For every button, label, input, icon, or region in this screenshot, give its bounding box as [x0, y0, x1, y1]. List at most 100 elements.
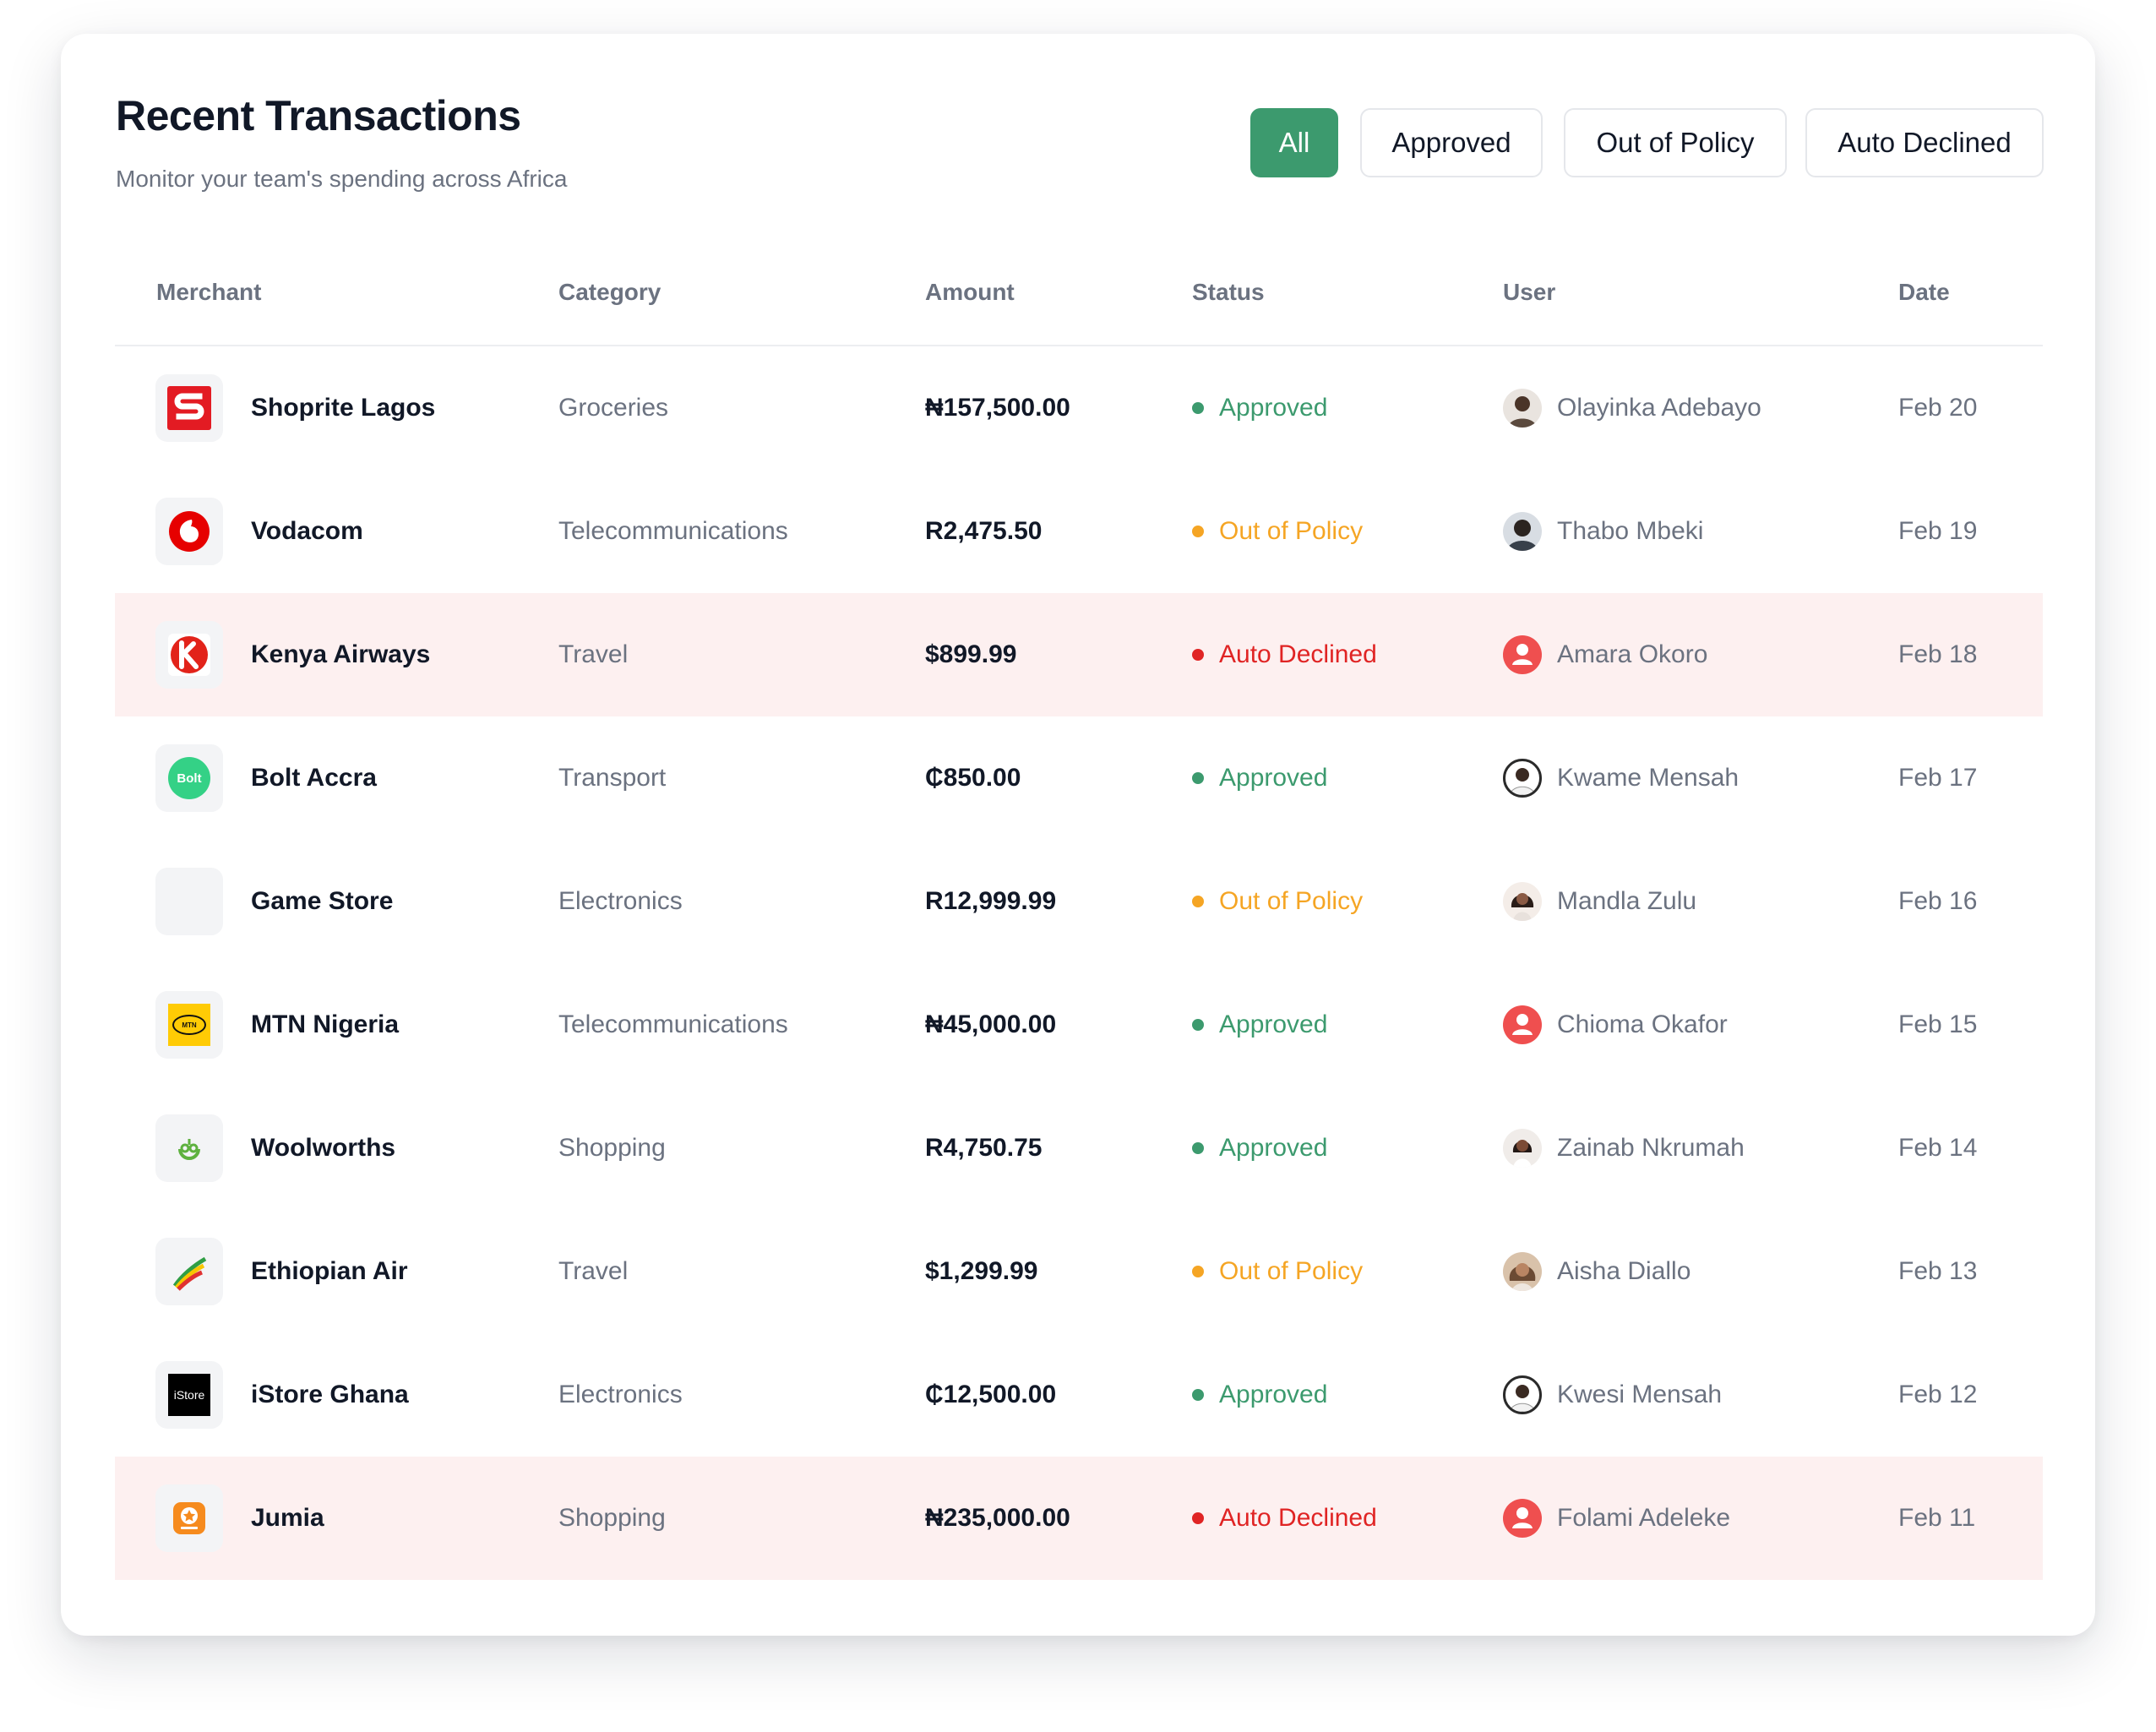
status-label: Approved	[1219, 764, 1328, 792]
date-cell: Feb 16	[1898, 887, 1978, 915]
date-cell: Feb 14	[1898, 1134, 1978, 1162]
status-badge: Approved	[1192, 1087, 1327, 1210]
kenya-airways-logo-icon	[155, 621, 223, 689]
ethiopian-logo-icon	[155, 1238, 223, 1305]
user-name: Amara Okoro	[1557, 640, 1708, 668]
table-row[interactable]: Jumia Shopping ₦235,000.00 Auto Declined…	[115, 1457, 2043, 1580]
date-cell: Feb 13	[1898, 1257, 1978, 1285]
merchant-name: Shoprite Lagos	[251, 394, 436, 422]
column-header-date[interactable]: Date	[1898, 279, 1950, 306]
woolworths-logo-icon	[155, 1114, 223, 1182]
merchant-name: Ethiopian Air	[251, 1257, 408, 1285]
date-cell: Feb 11	[1898, 1504, 1976, 1532]
user-name: Zainab Nkrumah	[1557, 1134, 1745, 1162]
amount-cell: R12,999.99	[925, 887, 1057, 915]
user-name: Olayinka Adebayo	[1557, 394, 1761, 422]
table-row[interactable]: Woolworths Shopping R4,750.75 Approved Z…	[115, 1087, 2043, 1210]
status-label: Out of Policy	[1219, 517, 1364, 545]
table-row[interactable]: iStore iStore Ghana Electronics ₵12,500.…	[115, 1333, 2043, 1457]
category-cell: Groceries	[558, 394, 669, 422]
user-avatar-icon	[1503, 1252, 1542, 1291]
status-label: Approved	[1219, 1010, 1328, 1038]
table-header: Merchant Category Amount Status User Dat…	[115, 279, 2043, 346]
table-row[interactable]: Kenya Airways Travel $899.99 Auto Declin…	[115, 593, 2043, 716]
merchant-name: MTN Nigeria	[251, 1010, 400, 1038]
user-name: Kwame Mensah	[1557, 764, 1740, 792]
filter-approved-button[interactable]: Approved	[1360, 108, 1543, 177]
status-badge: Out of Policy	[1192, 1210, 1363, 1333]
category-cell: Travel	[558, 640, 629, 668]
amount-cell: ₦157,500.00	[925, 394, 1070, 422]
status-dot-icon	[1192, 772, 1204, 784]
user-avatar-icon	[1503, 882, 1542, 921]
status-label: Out of Policy	[1219, 1257, 1364, 1285]
jumia-logo-icon	[155, 1484, 223, 1552]
table-row[interactable]: Shoprite Lagos Groceries ₦157,500.00 App…	[115, 346, 2043, 470]
user-avatar-icon	[1503, 1375, 1542, 1414]
table-row[interactable]: Bolt Bolt Accra Transport ₵850.00 Approv…	[115, 716, 2043, 840]
filter-auto-declined-button[interactable]: Auto Declined	[1805, 108, 2044, 177]
category-cell: Shopping	[558, 1504, 666, 1532]
status-dot-icon	[1192, 402, 1204, 414]
user-name: Mandla Zulu	[1557, 887, 1697, 915]
default-user-icon	[1503, 1005, 1542, 1044]
category-cell: Travel	[558, 1257, 629, 1285]
status-badge: Approved	[1192, 716, 1327, 840]
date-cell: Feb 17	[1898, 764, 1978, 792]
amount-cell: ₦45,000.00	[925, 1010, 1057, 1038]
table-row[interactable]: Game Store Electronics R12,999.99 Out of…	[115, 840, 2043, 963]
amount-cell: ₦235,000.00	[925, 1504, 1070, 1532]
default-user-icon	[1503, 1499, 1542, 1538]
filter-out-of-policy-button[interactable]: Out of Policy	[1564, 108, 1787, 177]
merchant-name: Jumia	[251, 1504, 324, 1532]
merchant-name: Woolworths	[251, 1134, 396, 1162]
category-cell: Transport	[558, 764, 667, 792]
mtn-logo-text: MTN	[172, 1015, 206, 1035]
user-avatar-icon	[1503, 759, 1542, 798]
date-cell: Feb 12	[1898, 1381, 1978, 1408]
column-header-status[interactable]: Status	[1192, 279, 1265, 306]
istore-logo-text: iStore	[168, 1374, 210, 1416]
amount-cell: ₵850.00	[925, 764, 1021, 792]
status-dot-icon	[1192, 1512, 1204, 1524]
user-cell: Kwesi Mensah	[1503, 1333, 1722, 1457]
user-cell: Thabo Mbeki	[1503, 470, 1703, 593]
amount-cell: R4,750.75	[925, 1134, 1043, 1162]
filter-all-button[interactable]: All	[1250, 108, 1338, 177]
merchant-name: Bolt Accra	[251, 764, 377, 792]
user-avatar-icon	[1503, 389, 1542, 428]
status-dot-icon	[1192, 526, 1204, 537]
merchant-name: Kenya Airways	[251, 640, 431, 668]
status-label: Approved	[1219, 394, 1328, 422]
column-header-category[interactable]: Category	[558, 279, 661, 306]
status-badge: Approved	[1192, 1333, 1327, 1457]
table-row[interactable]: Ethiopian Air Travel $1,299.99 Out of Po…	[115, 1210, 2043, 1333]
user-cell: Aisha Diallo	[1503, 1210, 1690, 1333]
status-label: Out of Policy	[1219, 887, 1364, 915]
table-row[interactable]: MTN MTN Nigeria Telecommunications ₦45,0…	[115, 963, 2043, 1087]
status-dot-icon	[1192, 896, 1204, 907]
istore-logo-icon: iStore	[155, 1361, 223, 1429]
table-row[interactable]: Vodacom Telecommunications R2,475.50 Out…	[115, 470, 2043, 593]
status-badge: Out of Policy	[1192, 840, 1363, 963]
status-dot-icon	[1192, 649, 1204, 661]
column-header-amount[interactable]: Amount	[925, 279, 1015, 306]
bolt-logo-text: Bolt	[168, 757, 210, 799]
category-cell: Telecommunications	[558, 517, 788, 545]
column-header-user[interactable]: User	[1503, 279, 1555, 306]
merchant-name: Game Store	[251, 887, 394, 915]
status-dot-icon	[1192, 1389, 1204, 1401]
blank-logo-icon	[155, 868, 223, 935]
user-cell: Mandla Zulu	[1503, 840, 1696, 963]
category-cell: Electronics	[558, 887, 683, 915]
status-label: Approved	[1219, 1381, 1328, 1408]
shoprite-logo-icon	[155, 374, 223, 442]
merchant-name: iStore Ghana	[251, 1381, 409, 1408]
user-cell: Chioma Okafor	[1503, 963, 1728, 1087]
bolt-logo-icon: Bolt	[155, 744, 223, 812]
column-header-merchant[interactable]: Merchant	[156, 279, 261, 306]
amount-cell: ₵12,500.00	[925, 1381, 1057, 1408]
category-cell: Shopping	[558, 1134, 666, 1162]
user-name: Thabo Mbeki	[1557, 517, 1704, 545]
status-dot-icon	[1192, 1019, 1204, 1031]
